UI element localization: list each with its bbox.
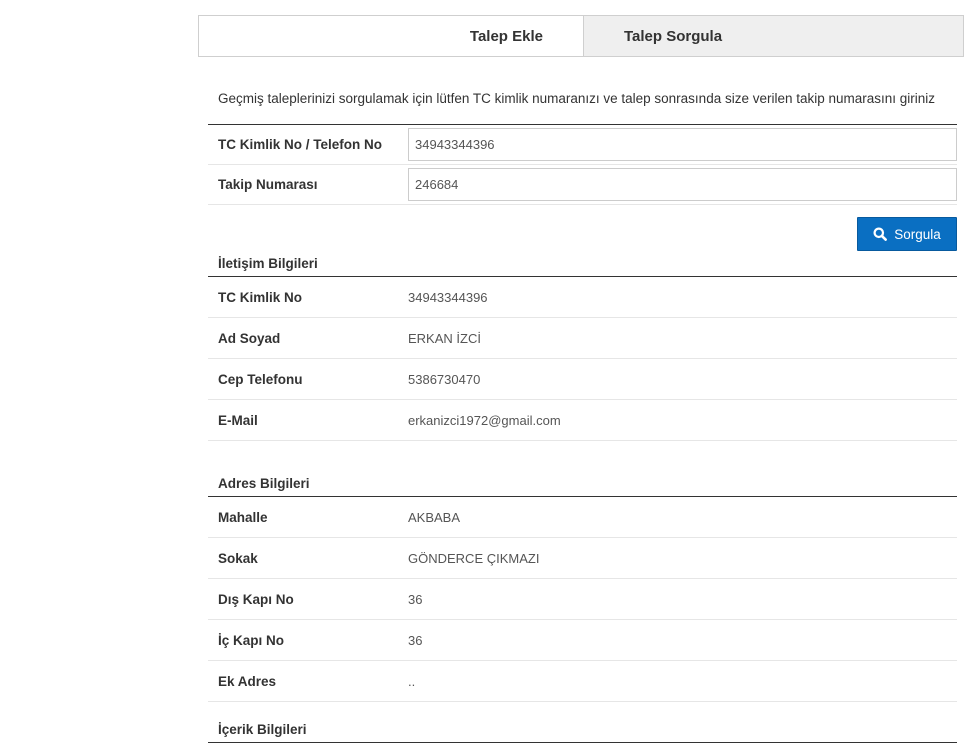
detail-value: erkanizci1972@gmail.com — [408, 412, 561, 428]
detail-label: TC Kimlik No — [218, 289, 303, 305]
detail-label: Mahalle — [218, 509, 268, 525]
detail-value: 5386730470 — [408, 371, 481, 387]
section-title: İçerik Bilgileri — [208, 718, 957, 743]
detail-value: AKBABA — [408, 509, 461, 525]
form-row-tc: TC Kimlik No / Telefon No — [208, 125, 957, 165]
detail-label: Sokak — [218, 550, 258, 566]
tab-label: Talep Sorgula — [624, 27, 723, 45]
tab-talep-ekle[interactable]: Talep Ekle — [199, 16, 584, 56]
section-iletisim: İletişim Bilgileri TC Kimlik No 34943344… — [208, 252, 957, 441]
tab-bar: Talep Ekle Talep Sorgula — [198, 15, 964, 57]
detail-value: GÖNDERCE ÇIKMAZI — [408, 550, 540, 566]
detail-label: Dış Kapı No — [218, 591, 294, 607]
section-title: İletişim Bilgileri — [208, 252, 957, 277]
form-row-takip: Takip Numarası — [208, 165, 957, 205]
takip-label: Takip Numarası — [218, 177, 318, 192]
detail-label: E-Mail — [218, 412, 258, 428]
tab-talep-sorgula[interactable]: Talep Sorgula — [584, 16, 963, 56]
tab-label: Talep Ekle — [469, 27, 543, 45]
detail-label: İç Kapı No — [218, 632, 285, 648]
detail-row: Sokak GÖNDERCE ÇIKMAZI — [208, 538, 957, 579]
detail-value: ERKAN İZCİ — [408, 330, 481, 346]
detail-row: Ek Adres .. — [208, 661, 957, 702]
detail-label: Ad Soyad — [218, 330, 281, 346]
detail-label: Ek Adres — [218, 673, 277, 689]
page: Talep Ekle Talep Sorgula Geçmiş talepler… — [0, 0, 966, 746]
tc-label: TC Kimlik No / Telefon No — [218, 137, 383, 152]
section-adres: Adres Bilgileri Mahalle AKBABA Sokak GÖN… — [208, 472, 957, 702]
detail-value: 36 — [408, 591, 423, 607]
query-form: TC Kimlik No / Telefon No Takip Numarası — [208, 124, 957, 205]
tc-input[interactable] — [408, 128, 957, 161]
detail-value: 34943344396 — [408, 289, 488, 305]
detail-value: 36 — [408, 632, 423, 648]
section-icerik: İçerik Bilgileri — [208, 718, 957, 743]
detail-row: Mahalle AKBABA — [208, 497, 957, 538]
detail-row: TC Kimlik No 34943344396 — [208, 277, 957, 318]
detail-value: .. — [408, 673, 416, 689]
info-text: Geçmiş taleplerinizi sorgulamak için lüt… — [218, 91, 936, 106]
sorgula-label: Sorgula — [894, 226, 941, 242]
takip-input[interactable] — [408, 168, 957, 201]
detail-row: Cep Telefonu 5386730470 — [208, 359, 957, 400]
sorgula-button[interactable]: Sorgula — [857, 217, 957, 251]
detail-row: Dış Kapı No 36 — [208, 579, 957, 620]
detail-label: Cep Telefonu — [218, 371, 303, 387]
search-icon — [873, 227, 888, 241]
section-title: Adres Bilgileri — [208, 472, 957, 497]
detail-row: İç Kapı No 36 — [208, 620, 957, 661]
detail-row: E-Mail erkanizci1972@gmail.com — [208, 400, 957, 441]
detail-row: Ad Soyad ERKAN İZCİ — [208, 318, 957, 359]
